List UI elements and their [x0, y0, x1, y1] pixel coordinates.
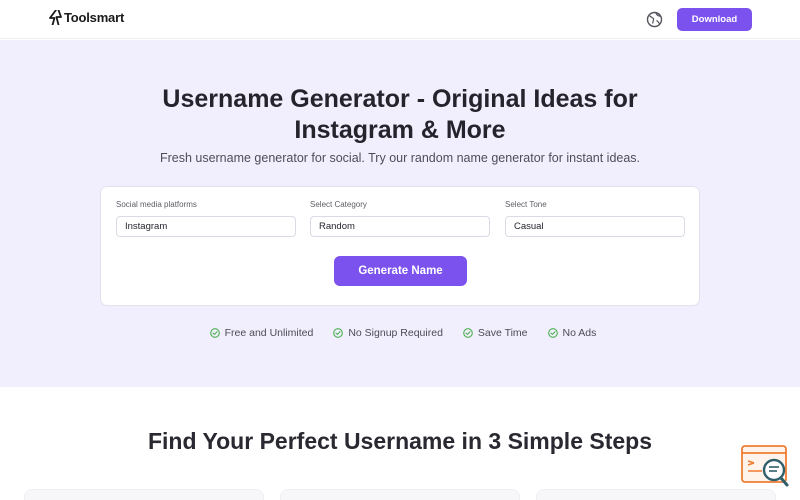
- step-card: [536, 489, 776, 500]
- feature-label: Save Time: [477, 327, 528, 339]
- category-label: Select Category: [310, 200, 367, 209]
- generator-form-card: Social media platforms Instagram Select …: [100, 186, 700, 306]
- top-navigation-bar: Toolsmart Download: [0, 0, 800, 39]
- steps-heading: Find Your Perfect Username in 3 Simple S…: [147, 428, 653, 454]
- lightning-logo-icon: [49, 10, 62, 25]
- platform-select[interactable]: Instagram: [116, 216, 296, 237]
- feature-item: No Ads: [547, 327, 597, 339]
- feature-item: Save Time: [463, 327, 528, 339]
- tone-label: Select Tone: [505, 200, 547, 209]
- feature-label: No Signup Required: [348, 327, 443, 339]
- feature-item: No Signup Required: [333, 327, 443, 339]
- tone-field: Select Tone Casual: [505, 200, 685, 237]
- chat-search-icon[interactable]: [740, 443, 792, 489]
- feature-label: No Ads: [562, 327, 597, 339]
- category-field: Select Category Random: [310, 200, 490, 237]
- check-circle-icon: [547, 328, 558, 338]
- category-select[interactable]: Random: [310, 216, 490, 237]
- page-subtitle: Fresh username generator for social. Try…: [159, 151, 641, 165]
- tone-select[interactable]: Casual: [505, 216, 685, 237]
- page-title: Username Generator - Original Ideas for …: [162, 85, 638, 144]
- check-circle-icon: [463, 328, 473, 338]
- feature-list: Free and Unlimited No Signup Required Sa…: [0, 327, 800, 339]
- hero-section: Username Generator - Original Ideas for …: [0, 40, 800, 387]
- step-card: [24, 489, 264, 500]
- download-button[interactable]: Download: [677, 8, 752, 31]
- logo-link[interactable]: Toolsmart: [49, 10, 124, 25]
- check-circle-icon: [333, 328, 344, 338]
- step-card: [280, 489, 520, 500]
- check-circle-icon: [209, 328, 220, 338]
- globe-icon[interactable]: [646, 11, 663, 28]
- generate-name-button[interactable]: Generate Name: [334, 256, 467, 286]
- feature-item: Free and Unlimited: [209, 327, 314, 339]
- logo-text: Toolsmart: [64, 10, 125, 25]
- platform-field: Social media platforms Instagram: [116, 200, 296, 237]
- feature-label: Free and Unlimited: [224, 327, 314, 339]
- platform-label: Social media platforms: [116, 200, 197, 209]
